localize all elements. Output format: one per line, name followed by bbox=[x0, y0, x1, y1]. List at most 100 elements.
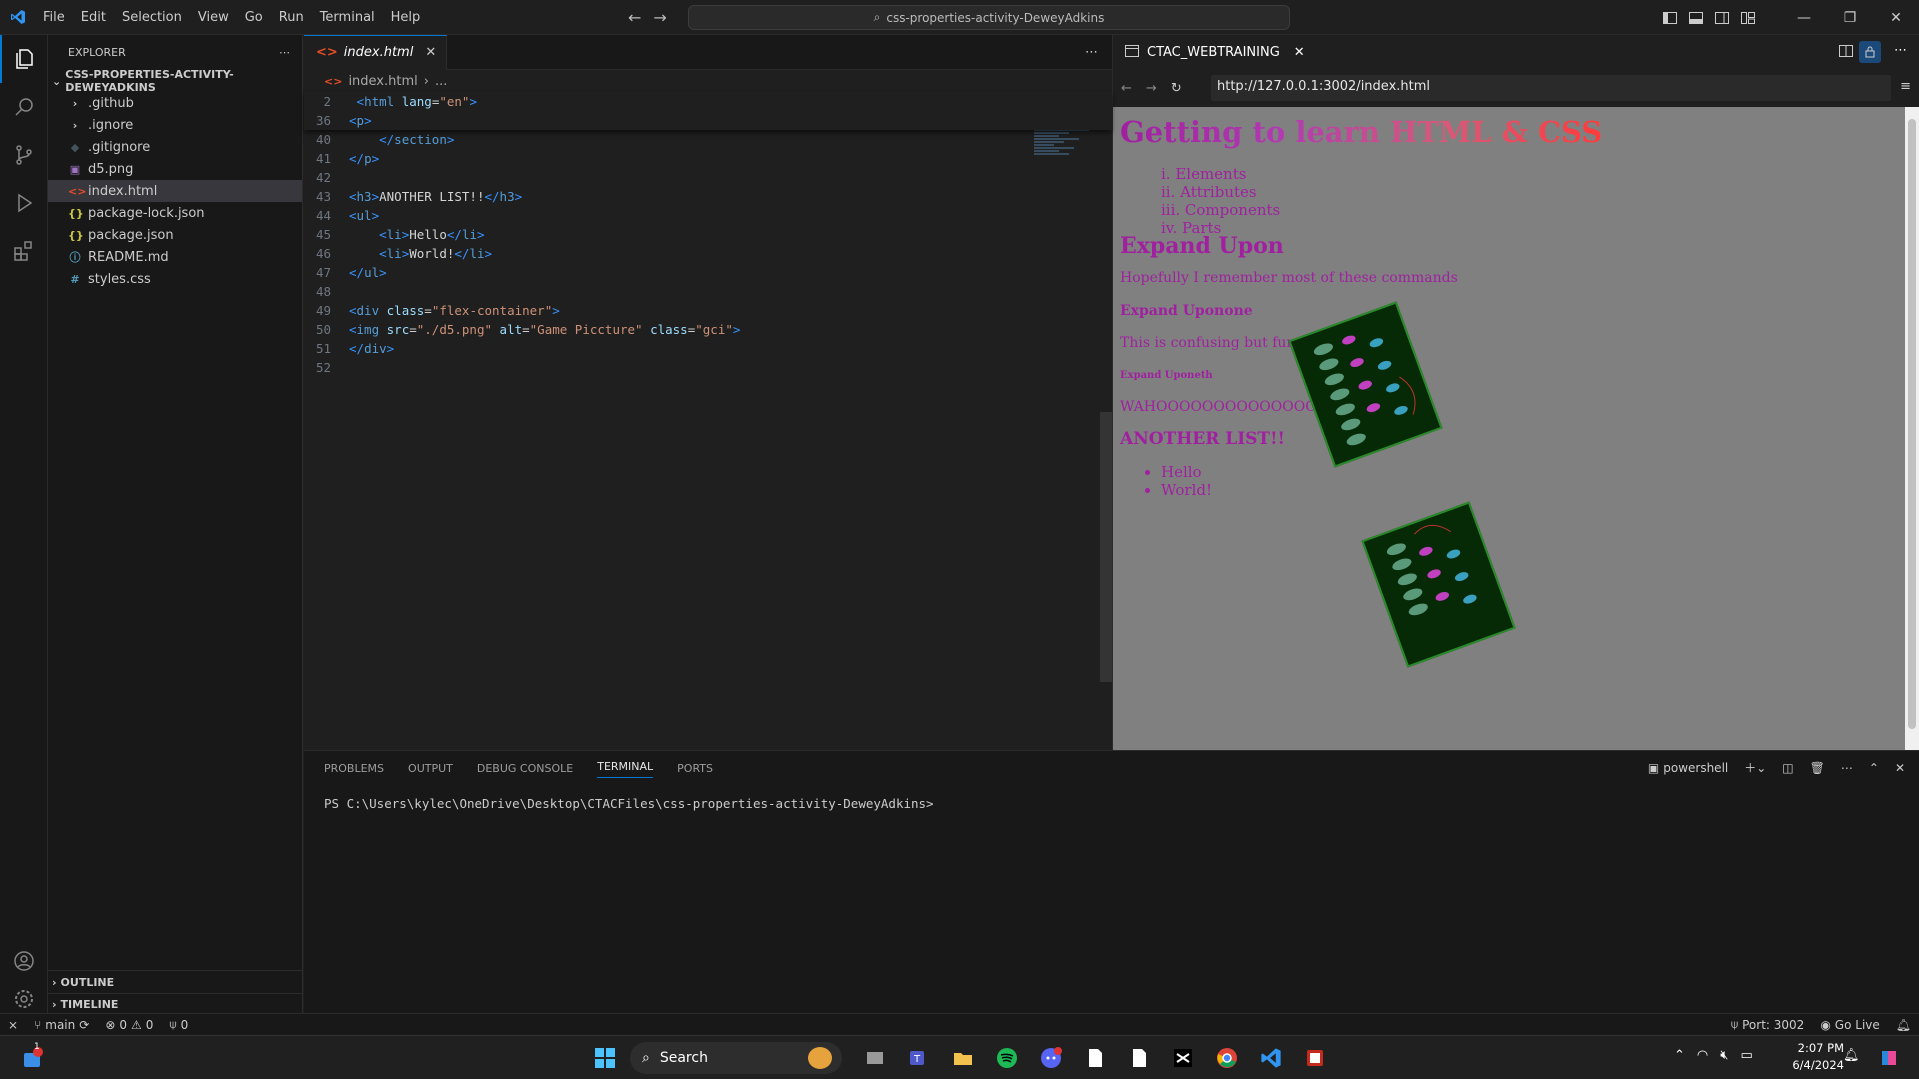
terminal-shell-selector[interactable]: ▣ powershell bbox=[1648, 761, 1728, 775]
terminal-prompt[interactable]: PS C:\Users\kylec\OneDrive\Desktop\CTACF… bbox=[304, 786, 1919, 821]
code-line[interactable]: 46 <li>World!</li> bbox=[304, 244, 1112, 263]
close-window-button[interactable]: ✕ bbox=[1873, 0, 1919, 35]
ports-status[interactable]: ⍦ 0 bbox=[161, 1017, 196, 1032]
extensions-icon[interactable] bbox=[0, 227, 48, 275]
code-area[interactable]: 2 <html lang="en"> 36 <p> 40 </section> 41 <… bbox=[304, 92, 1112, 377]
remote-icon[interactable]: ⨯ bbox=[0, 1018, 26, 1032]
customize-layout-icon[interactable] bbox=[1735, 0, 1761, 35]
panel-tab-output[interactable]: OUTPUT bbox=[408, 762, 453, 775]
close-icon[interactable]: ✕ bbox=[1294, 45, 1305, 60]
run-debug-icon[interactable] bbox=[0, 179, 48, 227]
menu-edit[interactable]: Edit bbox=[73, 0, 114, 35]
panel-tab-ports[interactable]: PORTS bbox=[677, 762, 713, 775]
code-line[interactable]: 52 bbox=[304, 358, 1112, 377]
code-line[interactable]: 49 <div class="flex-container"> bbox=[304, 301, 1112, 320]
file-item[interactable]: {} package-lock.json bbox=[48, 202, 302, 224]
close-icon[interactable]: ✕ bbox=[425, 45, 436, 60]
url-bar[interactable]: http://127.0.0.1:3002/index.html bbox=[1211, 75, 1891, 101]
search-view-icon[interactable] bbox=[0, 83, 48, 131]
discord-icon[interactable] bbox=[1036, 1043, 1066, 1073]
forward-arrow-icon[interactable]: → bbox=[653, 8, 666, 27]
timeline-section[interactable]: › TIMELINE bbox=[48, 993, 303, 1015]
code-line[interactable]: 50 <img src="./d5.png" alt="Game Piccture… bbox=[304, 320, 1112, 339]
code-line[interactable]: 41 </p> bbox=[304, 149, 1112, 168]
toggle-panel-icon[interactable] bbox=[1683, 0, 1709, 35]
capcut-icon[interactable] bbox=[1168, 1043, 1198, 1073]
task-view-icon[interactable] bbox=[860, 1043, 890, 1073]
spotify-icon[interactable] bbox=[992, 1043, 1022, 1073]
more-actions-icon[interactable]: ⋯ bbox=[279, 46, 290, 59]
panel-tab-debug-console[interactable]: DEBUG CONSOLE bbox=[477, 762, 573, 775]
menu-file[interactable]: File bbox=[35, 0, 73, 35]
file-item[interactable]: {} package.json bbox=[48, 224, 302, 246]
teams-icon[interactable]: T bbox=[904, 1043, 934, 1073]
chevron-up-icon[interactable]: ⌃ bbox=[1674, 1048, 1685, 1063]
code-line[interactable]: 40 </section> bbox=[304, 130, 1112, 149]
file-item[interactable]: ⓘ README.md bbox=[48, 246, 302, 268]
breadcrumb-more[interactable]: ... bbox=[435, 74, 447, 89]
panel-tab-problems[interactable]: PROBLEMS bbox=[324, 762, 384, 775]
code-line[interactable]: 44 <ul> bbox=[304, 206, 1112, 225]
preview-more-icon[interactable]: ⋯ bbox=[1894, 43, 1907, 58]
code-line[interactable]: 36 <p> bbox=[304, 111, 1112, 130]
snipping-tool-icon[interactable] bbox=[1300, 1043, 1330, 1073]
split-editor-icon[interactable] bbox=[1839, 45, 1853, 61]
wifi-icon[interactable]: ◠ bbox=[1697, 1048, 1708, 1063]
branch-status[interactable]: ⑂ main ⟳ bbox=[26, 1018, 97, 1032]
volume-muted-icon[interactable]: 🔇︎ bbox=[1720, 1048, 1728, 1063]
problems-status[interactable]: ⊗ 0 ⚠ 0 bbox=[97, 1018, 161, 1032]
file-item[interactable]: <> index.html bbox=[48, 180, 302, 202]
panel-more-icon[interactable]: ⋯ bbox=[1841, 761, 1853, 775]
browser-back-icon[interactable]: ← bbox=[1121, 81, 1132, 96]
new-terminal-icon[interactable]: ＋⌄ bbox=[1744, 759, 1766, 776]
copilot-icon[interactable] bbox=[1874, 1043, 1904, 1073]
chrome-icon[interactable] bbox=[1212, 1043, 1242, 1073]
menu-view[interactable]: View bbox=[190, 0, 237, 35]
code-line[interactable]: 42 bbox=[304, 168, 1112, 187]
menu-run[interactable]: Run bbox=[271, 0, 312, 35]
code-line[interactable]: 51 </div> bbox=[304, 339, 1112, 358]
split-terminal-icon[interactable]: ◫ bbox=[1782, 761, 1793, 775]
back-arrow-icon[interactable]: ← bbox=[628, 8, 641, 27]
trash-icon[interactable]: 🗑 bbox=[1810, 761, 1825, 775]
menu-selection[interactable]: Selection bbox=[114, 0, 190, 35]
minimize-button[interactable]: — bbox=[1781, 0, 1827, 35]
menu-go[interactable]: Go bbox=[237, 0, 271, 35]
go-live-status[interactable]: ◉ Go Live bbox=[1812, 1018, 1887, 1032]
maximize-panel-icon[interactable]: ⌃ bbox=[1869, 761, 1879, 775]
code-line[interactable]: 48 bbox=[304, 282, 1112, 301]
explorer-icon[interactable] bbox=[0, 35, 48, 83]
bell-icon[interactable]: 🔔︎ bbox=[1888, 1018, 1919, 1032]
close-panel-icon[interactable]: ✕ bbox=[1895, 761, 1905, 775]
vscode-taskbar-icon[interactable] bbox=[1256, 1043, 1286, 1073]
lock-icon[interactable] bbox=[1859, 41, 1881, 63]
file-explorer-icon[interactable] bbox=[948, 1043, 978, 1073]
tab-index-html[interactable]: <> index.html ✕ bbox=[304, 34, 448, 70]
toggle-secondary-sidebar-icon[interactable] bbox=[1709, 0, 1735, 35]
battery-icon[interactable]: ▭ bbox=[1740, 1048, 1752, 1063]
document-icon[interactable] bbox=[1080, 1043, 1110, 1073]
notepad-icon[interactable] bbox=[1124, 1043, 1154, 1073]
source-control-icon[interactable] bbox=[0, 131, 48, 179]
file-item[interactable]: › .ignore bbox=[48, 114, 302, 136]
page-scrollbar-thumb[interactable] bbox=[1908, 119, 1916, 729]
browser-forward-icon[interactable]: → bbox=[1146, 81, 1157, 96]
sticky-scroll[interactable]: 2 <html lang="en"> 36 <p> bbox=[304, 92, 1112, 130]
workspace-folder[interactable]: ⌄ CSS-PROPERTIES-ACTIVITY-DEWEYADKINS bbox=[48, 68, 302, 94]
code-line[interactable]: 2 <html lang="en"> bbox=[304, 92, 1112, 111]
reload-icon[interactable]: ↻ bbox=[1171, 81, 1182, 96]
command-center[interactable]: ⌕ css-properties-activity-DeweyAdkins bbox=[688, 5, 1290, 30]
menu-help[interactable]: Help bbox=[383, 0, 429, 35]
editor-scrollbar[interactable] bbox=[1100, 92, 1112, 750]
windows-start-icon[interactable] bbox=[590, 1043, 620, 1073]
scrollbar-thumb[interactable] bbox=[1100, 412, 1112, 682]
page-scrollbar[interactable] bbox=[1905, 107, 1919, 750]
file-item[interactable]: ◆ .gitignore bbox=[48, 136, 302, 158]
preview-tab[interactable]: CTAC_WEBTRAINING ✕ ⋯ bbox=[1113, 35, 1919, 70]
port-status[interactable]: ⍦ Port: 3002 bbox=[1723, 1017, 1812, 1032]
clock[interactable]: 2:07 PM 6/4/2024 bbox=[1784, 1040, 1844, 1074]
file-item[interactable]: # styles.css bbox=[48, 268, 302, 290]
widgets-icon[interactable]: 1 bbox=[18, 1042, 48, 1073]
outline-section[interactable]: › OUTLINE bbox=[48, 971, 303, 993]
notification-bell-icon[interactable]: 🔔︎ bbox=[1843, 1048, 1860, 1063]
